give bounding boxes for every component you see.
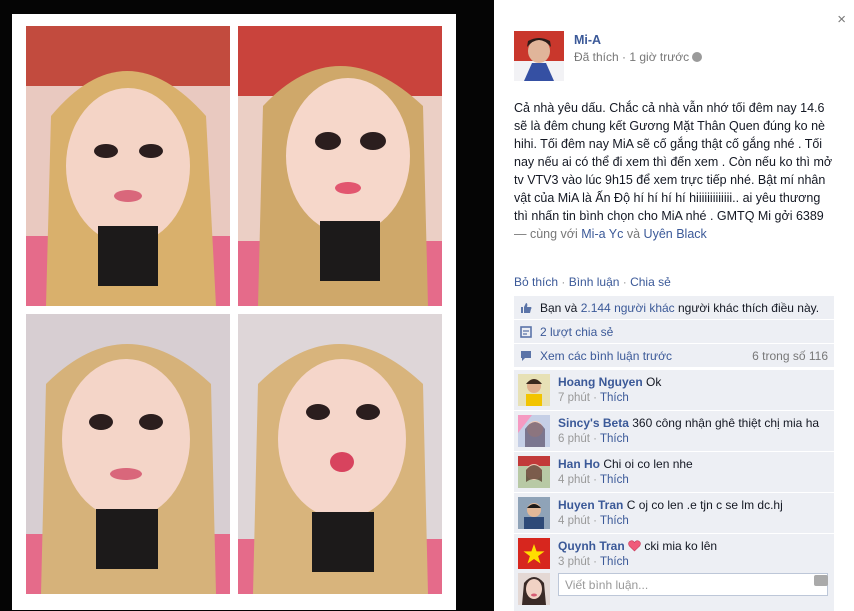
- post-actions: Bỏ thích · Bình luận · Chia sẻ: [514, 275, 671, 289]
- photo-stage: [0, 0, 494, 611]
- comment-meta: 4 phút · Thích: [558, 474, 629, 486]
- comment-item: Han Ho Chi oi co len nhe 4 phút · Thích: [514, 452, 834, 493]
- commenter-avatar[interactable]: [518, 497, 550, 529]
- comment-like-link[interactable]: Thích: [600, 515, 629, 527]
- photo-tile-3: [26, 314, 230, 594]
- comment-count: 6 trong số 116: [752, 349, 828, 363]
- comment-list: Hoang Nguyen Ok 7 phút · Thích Sincy's B…: [514, 370, 834, 575]
- likes-row: Bạn và 2.144 người khác người khác thích…: [514, 296, 834, 320]
- post-side-panel: × Mi-A Đã thích · 1 giờ trước Cả nhà yêu…: [494, 0, 854, 611]
- comment-text: C oj co len .e tjn c se lm dc.hj: [626, 498, 783, 512]
- comment-input[interactable]: Viết bình luận...: [558, 573, 828, 596]
- author-name[interactable]: Mi-A: [574, 33, 601, 47]
- comment-meta: 4 phút · Thích: [558, 515, 629, 527]
- photo-tile-2: [238, 26, 442, 306]
- comment-text: cki mia ko lên: [644, 539, 718, 553]
- photo-tile-4: [238, 314, 442, 594]
- post-meta-text: Đã thích · 1 giờ trước: [574, 50, 690, 64]
- comment-bubble-icon: [521, 351, 531, 361]
- comment-item: Huyen Tran C oj co len .e tjn c se lm dc…: [514, 493, 834, 534]
- with-prefix: — cùng với: [514, 227, 582, 241]
- comment-meta: 3 phút · Thích: [558, 556, 629, 568]
- post-body: Cả nhà yêu dấu. Chắc cả nhà vẫn nhớ tối …: [514, 99, 834, 243]
- commenter-avatar[interactable]: [518, 538, 550, 570]
- post-text: Cả nhà yêu dấu. Chắc cả nhà vẫn nhớ tối …: [514, 101, 833, 223]
- comment-time: 6 phút: [558, 433, 590, 445]
- comment-time: 7 phút: [558, 392, 590, 404]
- comment-time: 4 phút: [558, 515, 590, 527]
- post-meta: Đã thích · 1 giờ trước: [574, 50, 703, 64]
- view-previous-comments[interactable]: Xem các bình luận trước: [540, 349, 672, 363]
- commenter-name-link[interactable]: Han Ho: [558, 457, 600, 471]
- comment-text: 360 công nhận ghê thiệt chị mia ha: [632, 416, 820, 430]
- commenter-name: Sincy's Beta 360 công nhận ghê thiệt chị…: [558, 416, 819, 430]
- current-user-avatar: [518, 573, 550, 605]
- tagged-user-1[interactable]: Mi-a Yc: [581, 227, 623, 241]
- share-icon: [520, 326, 532, 338]
- commenter-avatar[interactable]: [518, 456, 550, 488]
- unlike-link[interactable]: Bỏ thích: [514, 275, 558, 289]
- comment-item: Hoang Nguyen Ok 7 phút · Thích: [514, 370, 834, 411]
- tagged-user-2[interactable]: Uyên Black: [644, 227, 707, 241]
- comment-text: Chi oi co len nhe: [603, 457, 693, 471]
- comment-text: Ok: [646, 375, 662, 389]
- thumbs-up-icon: [521, 303, 532, 313]
- commenter-name: Hoang Nguyen Ok: [558, 375, 661, 389]
- comment-meta: 6 phút · Thích: [558, 433, 629, 445]
- comment-composer: Viết bình luận...: [514, 569, 834, 611]
- meta-sep: ·: [589, 515, 600, 527]
- heart-emoticon-icon: [628, 540, 641, 552]
- commenter-avatar[interactable]: [518, 374, 550, 406]
- comment-item: Sincy's Beta 360 công nhận ghê thiệt chị…: [514, 411, 834, 452]
- and-word: và: [623, 227, 644, 241]
- comment-time: 4 phút: [558, 474, 590, 486]
- shares-row: 2 lượt chia sẻ: [514, 320, 834, 344]
- commenter-name-link[interactable]: Huyen Tran: [558, 498, 623, 512]
- shares-link[interactable]: 2 lượt chia sẻ: [540, 325, 613, 339]
- commenter-name: Quynh Tran cki mia ko lên: [558, 539, 717, 553]
- likes-suffix: người khác thích điều này.: [674, 301, 820, 315]
- commenter-name-link[interactable]: Sincy's Beta: [558, 416, 629, 430]
- commenter-name-link[interactable]: Quynh Tran: [558, 539, 625, 553]
- likes-link[interactable]: 2.144 người khác: [581, 301, 675, 315]
- likes-prefix: Bạn và: [540, 301, 581, 315]
- comment-like-link[interactable]: Thích: [600, 433, 629, 445]
- meta-sep: ·: [589, 474, 600, 486]
- view-previous-row: Xem các bình luận trước 6 trong số 116: [514, 344, 834, 368]
- photo-tile-1: [26, 26, 230, 306]
- comment-like-link[interactable]: Thích: [600, 556, 629, 568]
- author-avatar[interactable]: [514, 31, 564, 81]
- camera-icon[interactable]: [814, 575, 828, 586]
- comment-like-link[interactable]: Thích: [600, 474, 629, 486]
- share-link[interactable]: Chia sẻ: [630, 275, 671, 289]
- meta-sep: ·: [589, 556, 600, 568]
- comment-link[interactable]: Bình luận: [569, 275, 620, 289]
- comment-like-link[interactable]: Thích: [600, 392, 629, 404]
- sep-1: ·: [558, 275, 569, 289]
- close-icon[interactable]: ×: [837, 12, 846, 27]
- comment-meta: 7 phút · Thích: [558, 392, 629, 404]
- commenter-name: Han Ho Chi oi co len nhe: [558, 457, 693, 471]
- commenter-name-link[interactable]: Hoang Nguyen: [558, 375, 643, 389]
- commenter-name: Huyen Tran C oj co len .e tjn c se lm dc…: [558, 498, 783, 512]
- ufi-summary: Bạn và 2.144 người khác người khác thích…: [514, 296, 834, 368]
- sep-2: ·: [619, 275, 631, 289]
- meta-sep: ·: [589, 433, 600, 445]
- comment-time: 3 phút: [558, 556, 590, 568]
- photo-collage[interactable]: [12, 14, 456, 610]
- meta-sep: ·: [589, 392, 600, 404]
- commenter-avatar[interactable]: [518, 415, 550, 447]
- globe-icon: [692, 52, 703, 62]
